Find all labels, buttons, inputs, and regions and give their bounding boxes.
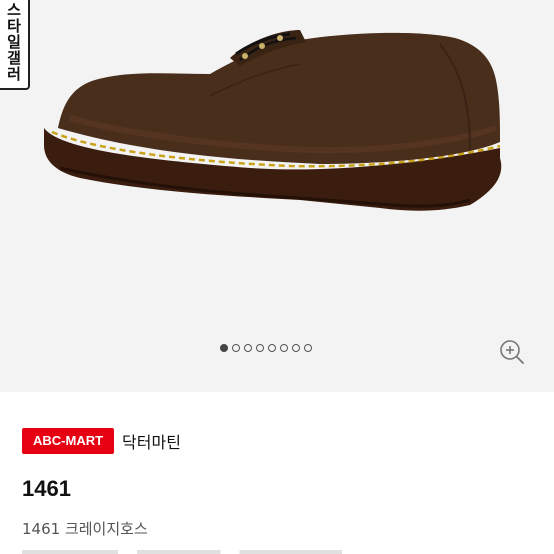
carousel-pagination[interactable] [220,344,312,356]
style-gallery-tag[interactable]: 스타일갤러 [0,0,30,90]
carousel-dot[interactable] [268,344,276,352]
carousel-dot[interactable] [256,344,264,352]
carousel-dot[interactable] [292,344,300,352]
brand-name[interactable]: 닥터마틴 [122,429,181,453]
carousel-dot[interactable] [244,344,252,352]
product-info: ABC-MART 닥터마틴 1461 1461 크레이지호스 [0,392,554,554]
product-image-carousel[interactable]: 스타일갤러 [0,0,554,392]
carousel-dot[interactable] [232,344,240,352]
store-badge[interactable]: ABC-MART [22,428,115,454]
cutoff-text-line [22,550,342,554]
carousel-dot[interactable] [220,344,228,352]
product-title: 1461 [22,476,71,501]
carousel-dot[interactable] [280,344,288,352]
brand-row: ABC-MART 닥터마틴 [22,428,181,454]
product-image-shoe [44,30,502,211]
product-subtitle: 1461 크레이지호스 [22,520,148,538]
carousel-dot[interactable] [304,344,312,352]
zoom-in-icon[interactable] [498,338,526,366]
style-gallery-label: 스타일갤러 [4,2,23,82]
